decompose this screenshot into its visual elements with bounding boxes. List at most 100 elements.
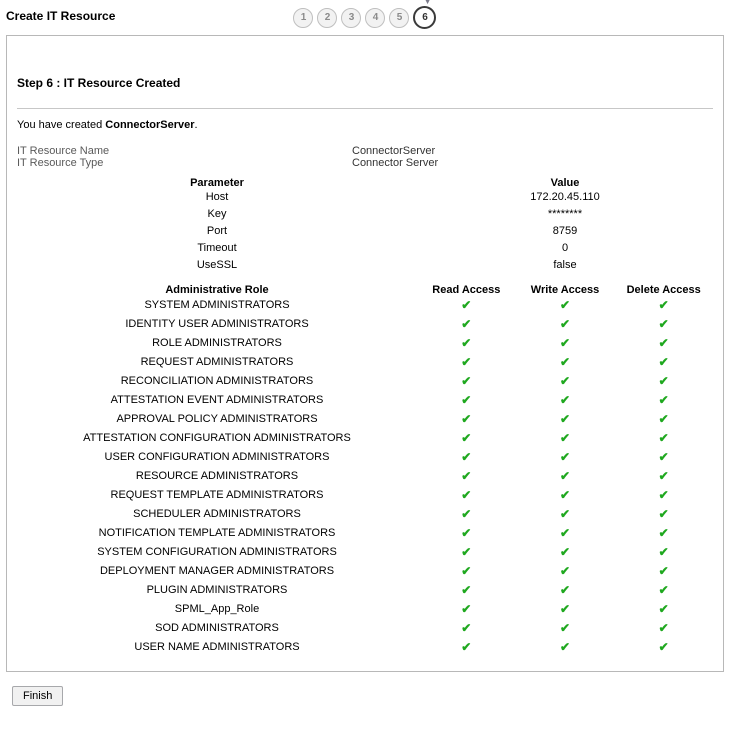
check-icon: ✔ [659, 619, 669, 637]
role-delete-cell: ✔ [614, 581, 713, 600]
role-write-cell: ✔ [516, 467, 615, 486]
check-icon: ✔ [461, 581, 471, 599]
check-icon: ✔ [659, 334, 669, 352]
parameter-name: UseSSL [17, 257, 417, 274]
role-read-cell: ✔ [417, 600, 516, 619]
check-icon: ✔ [560, 619, 570, 637]
created-resource-name: ConnectorServer [105, 119, 194, 131]
role-delete-cell: ✔ [614, 600, 713, 619]
role-row: NOTIFICATION TEMPLATE ADMINISTRATORS✔✔✔ [17, 524, 713, 543]
role-delete-cell: ✔ [614, 505, 713, 524]
wizard-step-5[interactable]: 5 [389, 8, 409, 28]
role-row: APPROVAL POLICY ADMINISTRATORS✔✔✔ [17, 410, 713, 429]
role-name: USER CONFIGURATION ADMINISTRATORS [17, 448, 417, 467]
check-icon: ✔ [560, 543, 570, 561]
role-write-cell: ✔ [516, 372, 615, 391]
role-name: SYSTEM ADMINISTRATORS [17, 296, 417, 315]
role-delete-cell: ✔ [614, 315, 713, 334]
role-row: SCHEDULER ADMINISTRATORS✔✔✔ [17, 505, 713, 524]
role-write-cell: ✔ [516, 486, 615, 505]
role-read-cell: ✔ [417, 391, 516, 410]
role-header-write: Write Access [516, 284, 615, 296]
detail-value: ConnectorServer [352, 145, 713, 157]
role-table-header: Administrative Role Read Access Write Ac… [17, 284, 713, 296]
role-read-cell: ✔ [417, 467, 516, 486]
check-icon: ✔ [560, 638, 570, 656]
header-row: Create IT Resource ▼ 123456 [6, 6, 724, 29]
check-icon: ✔ [659, 448, 669, 466]
detail-value: Connector Server [352, 157, 713, 169]
step-heading: Step 6 : IT Resource Created [17, 76, 713, 90]
role-name: ATTESTATION CONFIGURATION ADMINISTRATORS [17, 429, 417, 448]
check-icon: ✔ [659, 600, 669, 618]
parameter-value: ******** [417, 206, 713, 223]
check-icon: ✔ [461, 372, 471, 390]
created-suffix: . [195, 119, 198, 131]
check-icon: ✔ [560, 334, 570, 352]
role-read-cell: ✔ [417, 524, 516, 543]
finish-button[interactable]: Finish [12, 686, 63, 706]
role-name: SOD ADMINISTRATORS [17, 619, 417, 638]
check-icon: ✔ [659, 505, 669, 523]
check-icon: ✔ [461, 524, 471, 542]
check-icon: ✔ [461, 391, 471, 409]
check-icon: ✔ [560, 391, 570, 409]
role-read-cell: ✔ [417, 638, 516, 657]
check-icon: ✔ [461, 410, 471, 428]
detail-label: IT Resource Name [17, 145, 352, 157]
role-delete-cell: ✔ [614, 372, 713, 391]
parameter-value: 0 [417, 240, 713, 257]
check-icon: ✔ [659, 429, 669, 447]
parameter-name: Port [17, 223, 417, 240]
role-write-cell: ✔ [516, 315, 615, 334]
role-write-cell: ✔ [516, 638, 615, 657]
check-icon: ✔ [659, 524, 669, 542]
role-header-delete: Delete Access [614, 284, 713, 296]
detail-row: IT Resource NameConnectorServer [17, 145, 713, 157]
role-write-cell: ✔ [516, 581, 615, 600]
wizard-step-4[interactable]: 4 [365, 8, 385, 28]
check-icon: ✔ [659, 486, 669, 504]
role-row: PLUGIN ADMINISTRATORS✔✔✔ [17, 581, 713, 600]
check-icon: ✔ [659, 372, 669, 390]
role-name: SYSTEM CONFIGURATION ADMINISTRATORS [17, 543, 417, 562]
parameter-name: Host [17, 189, 417, 206]
parameter-header-value: Value [417, 177, 713, 189]
role-delete-cell: ✔ [614, 391, 713, 410]
parameter-row: Port8759 [17, 223, 713, 240]
check-icon: ✔ [461, 296, 471, 314]
parameter-table-header: Parameter Value [17, 177, 713, 189]
role-write-cell: ✔ [516, 600, 615, 619]
role-read-cell: ✔ [417, 429, 516, 448]
role-row: REQUEST TEMPLATE ADMINISTRATORS✔✔✔ [17, 486, 713, 505]
divider [17, 108, 713, 109]
check-icon: ✔ [560, 524, 570, 542]
detail-label: IT Resource Type [17, 157, 352, 169]
check-icon: ✔ [560, 372, 570, 390]
check-icon: ✔ [461, 334, 471, 352]
check-icon: ✔ [461, 562, 471, 580]
parameter-value: false [417, 257, 713, 274]
role-delete-cell: ✔ [614, 467, 713, 486]
role-read-cell: ✔ [417, 334, 516, 353]
parameter-table-body: Host172.20.45.110Key********Port8759Time… [17, 189, 713, 274]
wizard-step-2[interactable]: 2 [317, 8, 337, 28]
wizard-step-1[interactable]: 1 [293, 8, 313, 28]
role-read-cell: ✔ [417, 581, 516, 600]
check-icon: ✔ [659, 543, 669, 561]
wizard-stepper: ▼ 123456 [245, 6, 484, 29]
parameter-row: Timeout0 [17, 240, 713, 257]
check-icon: ✔ [659, 353, 669, 371]
role-delete-cell: ✔ [614, 543, 713, 562]
role-write-cell: ✔ [516, 505, 615, 524]
role-row: REQUEST ADMINISTRATORS✔✔✔ [17, 353, 713, 372]
page-title: Create IT Resource [6, 6, 245, 23]
role-write-cell: ✔ [516, 334, 615, 353]
check-icon: ✔ [461, 315, 471, 333]
parameter-value: 172.20.45.110 [417, 189, 713, 206]
wizard-step-3[interactable]: 3 [341, 8, 361, 28]
role-write-cell: ✔ [516, 562, 615, 581]
check-icon: ✔ [659, 391, 669, 409]
role-read-cell: ✔ [417, 410, 516, 429]
parameter-table: Parameter Value Host172.20.45.110Key****… [17, 177, 713, 274]
